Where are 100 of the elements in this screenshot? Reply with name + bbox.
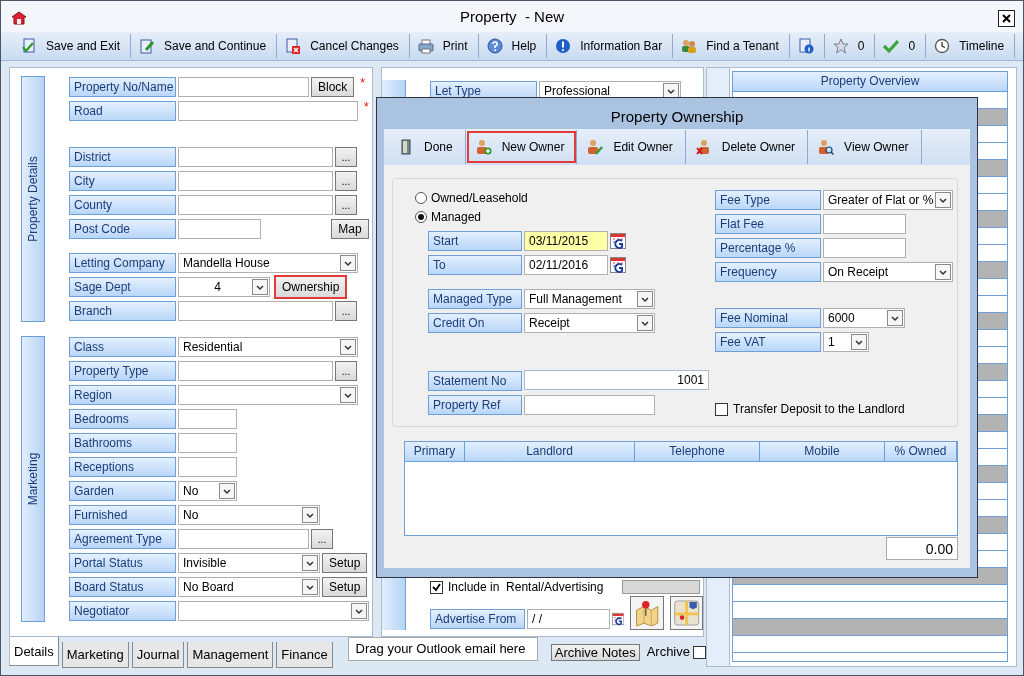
dropdown-field[interactable]: No xyxy=(178,505,320,525)
document-info-icon xyxy=(799,38,814,54)
action-button[interactable]: Block xyxy=(311,77,355,97)
dropdown-field[interactable]: Mandella House xyxy=(178,253,358,273)
input-field[interactable] xyxy=(178,147,333,167)
column-header[interactable]: Primary xyxy=(405,442,465,462)
checkbox[interactable] xyxy=(430,580,443,594)
field-label: Start xyxy=(428,231,522,251)
dropdown-field[interactable]: Receipt xyxy=(524,313,655,333)
date-field[interactable]: / / xyxy=(527,609,610,629)
toolbar-button[interactable]: Cancel Changes xyxy=(277,33,410,58)
drop-zone[interactable]: Drag your Outlook email here xyxy=(347,637,538,661)
dropdown-field[interactable] xyxy=(178,385,358,405)
lookup-button[interactable]: ... xyxy=(335,195,357,215)
field-label: Class xyxy=(69,337,176,357)
toolbar-button[interactable]: Edit Owner xyxy=(577,130,686,164)
action-button[interactable]: Setup xyxy=(322,553,368,573)
column-header[interactable]: Telephone xyxy=(635,442,760,462)
field-label: Fee Nominal xyxy=(715,308,821,328)
column-header[interactable]: Mobile xyxy=(760,442,885,462)
action-button[interactable]: Ownership xyxy=(274,275,348,299)
caret-icon xyxy=(302,507,318,523)
lookup-button[interactable]: ... xyxy=(335,147,357,167)
checkbox[interactable] xyxy=(693,646,706,659)
checkbox-label: Archive xyxy=(646,644,690,659)
radio-button[interactable] xyxy=(415,211,427,224)
dropdown-field[interactable]: No xyxy=(178,481,237,501)
person-plus-icon xyxy=(476,140,492,155)
dropdown-field[interactable]: 4 xyxy=(178,277,270,297)
action-button[interactable]: Setup xyxy=(322,577,368,597)
toolbar-button[interactable]: Help xyxy=(478,33,548,58)
dropdown-field[interactable]: No Board xyxy=(178,577,320,597)
lookup-button[interactable]: ... xyxy=(335,361,357,381)
tab[interactable]: Journal xyxy=(131,642,185,668)
dropdown-field[interactable]: Invisible xyxy=(178,553,320,573)
document-pencil-icon xyxy=(140,39,155,54)
dropdown-field[interactable]: Greater of Flat or % xyxy=(823,190,953,210)
lookup-button[interactable]: ... xyxy=(311,529,333,549)
input-field[interactable] xyxy=(178,101,358,121)
field-label: Post Code xyxy=(69,219,176,239)
tab[interactable]: Finance xyxy=(276,642,333,668)
checkbox[interactable] xyxy=(715,402,728,416)
input-field[interactable] xyxy=(178,77,309,97)
archive-notes-button[interactable]: Archive Notes xyxy=(550,644,640,661)
toolbar-button[interactable]: Information Bar xyxy=(547,33,674,58)
input-field[interactable] xyxy=(524,395,655,415)
toolbar-button[interactable]: New Owner xyxy=(465,130,578,164)
tab[interactable]: Management xyxy=(187,642,274,668)
input-field[interactable] xyxy=(178,457,237,477)
toolbar-button[interactable]: Done xyxy=(388,130,466,164)
toolbar-button[interactable]: View Owner xyxy=(808,130,922,164)
dropdown-field[interactable] xyxy=(178,601,369,621)
dropdown-field[interactable]: Residential xyxy=(178,337,358,357)
caret-icon xyxy=(935,192,951,208)
calendar-icon[interactable] xyxy=(610,257,626,273)
input-field[interactable] xyxy=(178,195,333,215)
dropdown-field[interactable]: Full Management xyxy=(524,289,655,309)
input-field[interactable] xyxy=(178,529,309,549)
calendar-icon[interactable] xyxy=(610,233,626,249)
input-field[interactable] xyxy=(178,361,333,381)
input-field[interactable] xyxy=(823,238,906,258)
toolbar-button[interactable]: 0 xyxy=(824,33,876,58)
column-header[interactable]: % Owned xyxy=(885,442,957,462)
lookup-button[interactable]: ... xyxy=(335,301,357,321)
toolbar-button[interactable]: Delete Owner xyxy=(685,130,809,164)
dropdown-field[interactable]: 6000 xyxy=(823,308,905,328)
input-field[interactable] xyxy=(178,301,333,321)
input-field[interactable] xyxy=(178,409,237,429)
tab[interactable]: Details xyxy=(9,637,59,666)
field-label: Fee Type xyxy=(715,190,821,210)
date-field[interactable]: 02/11/2016 xyxy=(524,255,608,275)
toolbar-button[interactable]: Print xyxy=(409,33,479,58)
radio-button[interactable] xyxy=(415,191,427,204)
input-field[interactable]: 1001 xyxy=(524,370,709,390)
caret-icon xyxy=(637,315,653,331)
dialog-title: Property Ownership xyxy=(609,107,745,127)
input-field[interactable] xyxy=(178,171,333,191)
action-button[interactable]: Map xyxy=(331,219,369,239)
toolbar-button[interactable]: 0 xyxy=(875,33,927,58)
calendar-icon[interactable] xyxy=(612,611,625,627)
toolbar-button[interactable]: Find a Tenant xyxy=(673,33,790,58)
column-header[interactable]: Landlord xyxy=(465,442,635,462)
toolbar-button[interactable]: Timeline xyxy=(926,33,1016,58)
close-button[interactable] xyxy=(998,10,1015,27)
input-field[interactable] xyxy=(178,433,237,453)
tab[interactable]: Marketing xyxy=(61,642,129,668)
toolbar-button[interactable]: Save and Exit xyxy=(13,33,132,58)
toolbar-button[interactable]: Save and Continue xyxy=(131,33,278,58)
field-label: To xyxy=(428,255,522,275)
person-magnifier-icon xyxy=(819,140,835,155)
date-field[interactable]: 03/11/2015 xyxy=(524,231,608,251)
field-label: Road xyxy=(69,101,176,121)
input-field[interactable] xyxy=(823,214,906,234)
input-field[interactable] xyxy=(178,219,261,239)
map-pin-icon[interactable] xyxy=(630,596,664,630)
lookup-button[interactable]: ... xyxy=(335,171,357,191)
road-map-icon[interactable] xyxy=(669,596,703,630)
document-check-icon xyxy=(22,38,35,53)
dropdown-field[interactable]: On Receipt xyxy=(823,262,953,282)
dropdown-field[interactable]: 1 xyxy=(823,332,869,352)
